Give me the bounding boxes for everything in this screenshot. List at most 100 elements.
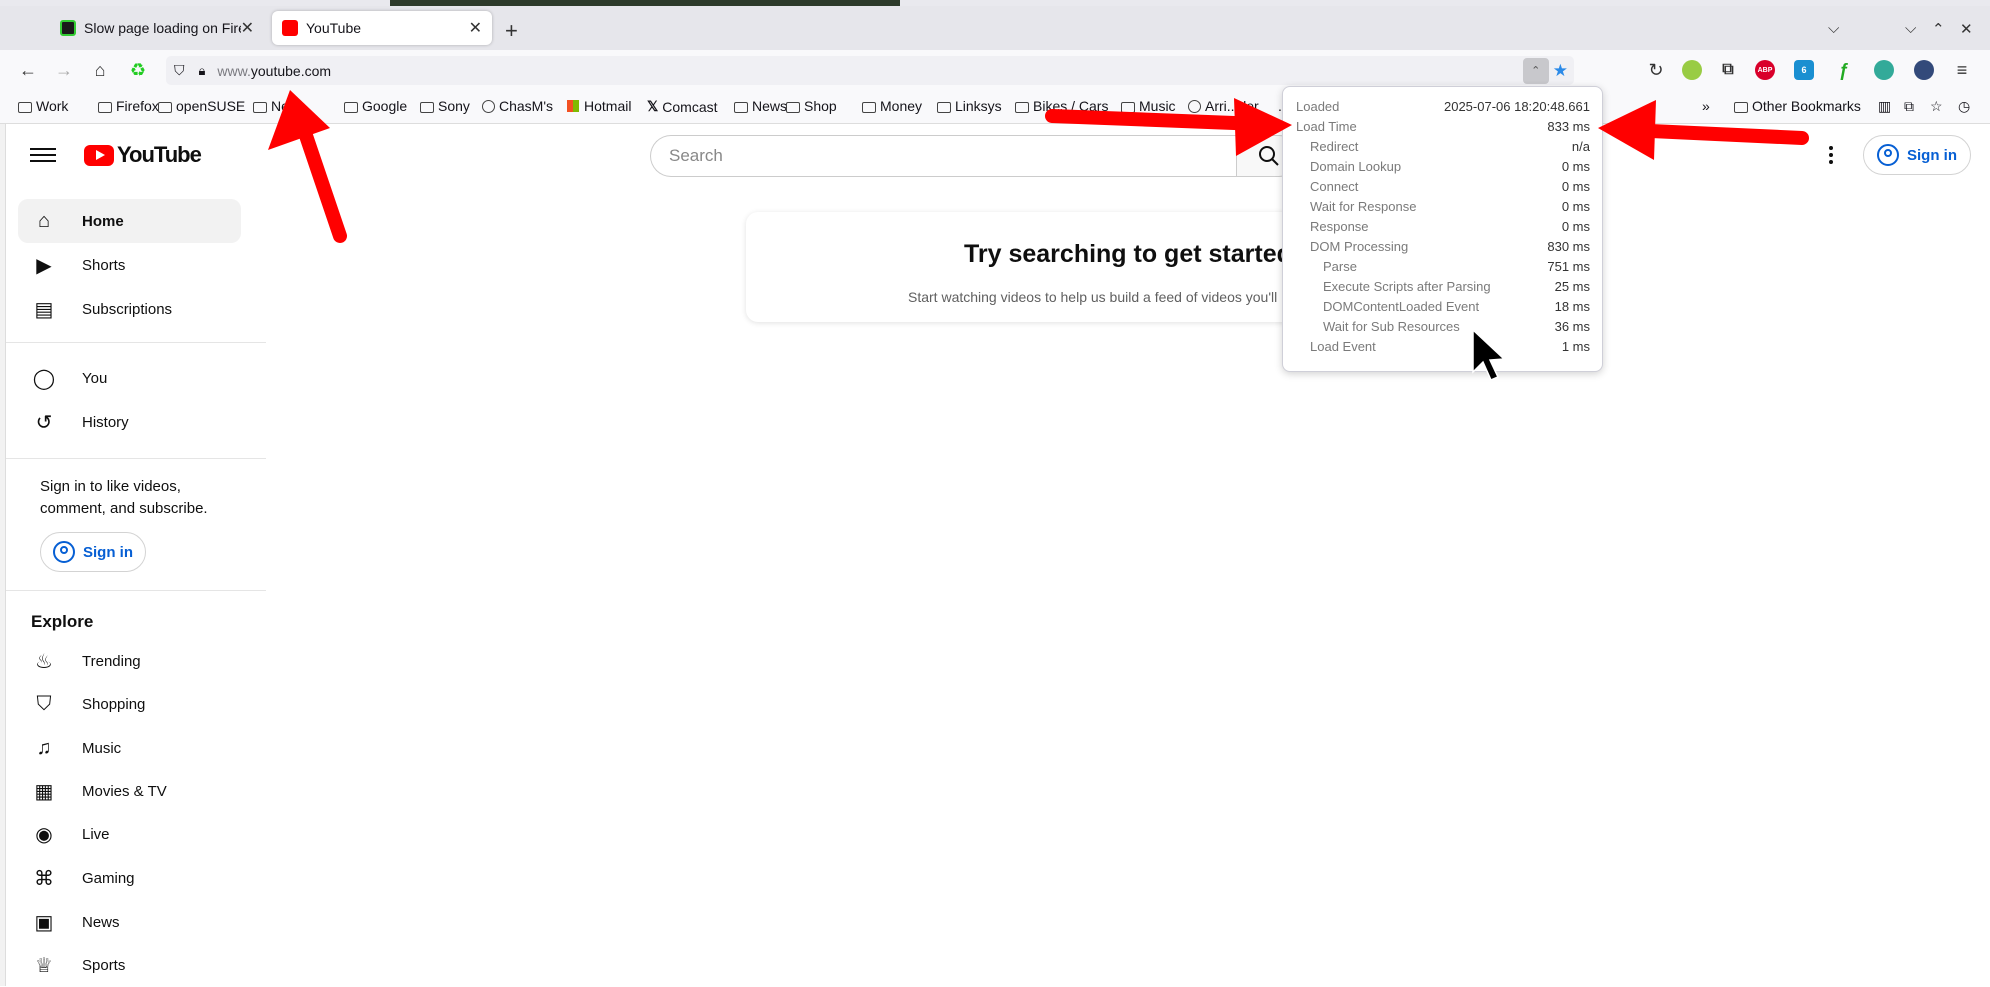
extensions-puzzle-icon[interactable]: ⧉ — [1718, 60, 1738, 80]
youtube-favicon-icon — [282, 20, 298, 36]
bookmark-work[interactable]: Work — [18, 98, 68, 114]
timing-value: n/a — [1571, 139, 1590, 154]
sidebar-item-label: News — [82, 913, 120, 931]
extension-circle-icon[interactable] — [1874, 60, 1894, 80]
settings-kebab-icon[interactable] — [1826, 143, 1836, 169]
bookmark-arri-der[interactable]: Arri...der — [1188, 98, 1259, 114]
bookmark-sony[interactable]: Sony — [420, 98, 470, 114]
forward-arrow-icon[interactable]: → — [52, 58, 76, 82]
sidebar-item-you[interactable]: ◯ You — [18, 356, 241, 400]
history-clock-icon[interactable]: ◷ — [1958, 98, 1970, 115]
search-box — [650, 135, 1236, 177]
shield-icon[interactable]: ⛉ — [174, 62, 185, 79]
extension-leaf-icon[interactable]: ƒ — [1834, 60, 1854, 80]
divider — [6, 590, 266, 591]
sidebar-item-shopping[interactable]: ⛉ Shopping — [18, 682, 241, 726]
bookmark-firefox[interactable]: Firefox — [98, 98, 159, 114]
bookmark-hotmail[interactable]: Hotmail — [567, 98, 631, 114]
timing-label: Load Time — [1296, 119, 1357, 134]
menu-hamburger-icon[interactable]: ≡ — [1950, 58, 1974, 82]
back-arrow-icon[interactable]: ← — [16, 58, 40, 82]
new-tab-plus-icon[interactable]: + — [505, 18, 518, 44]
lock-icon[interactable]: 🔒︎ — [199, 63, 206, 79]
tab-label: Slow page loading on Firef — [84, 20, 241, 36]
timing-value: 0 ms — [1561, 179, 1590, 194]
sidebar-item-label: Sports — [82, 956, 126, 974]
sign-in-message: Sign in to like videos, comment, and sub… — [40, 478, 208, 517]
bookmarks-overflow-icon[interactable]: » — [1702, 98, 1710, 114]
reload-icon[interactable]: ↻ — [1644, 58, 1668, 82]
search-input[interactable] — [669, 146, 1236, 166]
extension-profile-icon[interactable] — [1914, 60, 1934, 80]
sidebar-item-news[interactable]: ▣ News — [18, 900, 241, 944]
url-prefix: www. — [217, 62, 251, 79]
history-icon: ↺ — [35, 411, 53, 434]
home-icon[interactable]: ⌂ — [88, 58, 112, 82]
sidebar-item-live[interactable]: ◉ Live — [18, 812, 241, 856]
timing-label: Connect — [1310, 179, 1359, 194]
bookmark-star-icon[interactable]: ★ — [1553, 61, 1568, 81]
close-tab-icon[interactable]: ✕ — [241, 18, 254, 38]
timing-label: Loaded — [1296, 99, 1340, 114]
sidebar-item-music[interactable]: ♫ Music — [18, 726, 241, 770]
sidebar-item-sports[interactable]: ♕ Sports — [18, 943, 241, 987]
recycle-extension-icon[interactable]: ♻ — [126, 58, 150, 82]
navigation-toolbar: ← → ⌂ ♻ ⛉ 🔒︎ www. youtube.com ⌃ ★ ↻ ⧉ ABP… — [0, 50, 1990, 90]
sidebar-toggle-icon[interactable]: ▥ — [1878, 98, 1891, 115]
trophy-icon: ♕ — [35, 954, 53, 977]
bookmark-shop[interactable]: Shop — [786, 98, 837, 114]
window-left-edge — [0, 124, 6, 986]
timing-value: 25 ms — [1554, 279, 1590, 294]
bookmark-linksys[interactable]: Linksys — [937, 98, 1002, 114]
shopping-bag-icon: ⛉ — [36, 692, 52, 715]
sidebar-item-history[interactable]: ↺ History — [18, 400, 241, 444]
sidebar-item-shorts[interactable]: ▶ Shorts — [18, 243, 241, 287]
folder-icon — [98, 101, 112, 113]
gamepad-icon: ⌘ — [34, 867, 54, 890]
bookmark-net[interactable]: Net... — [253, 98, 304, 114]
sidebar-item-gaming[interactable]: ⌘ Gaming — [18, 856, 241, 900]
sidebar-item-label: Movies & TV — [82, 782, 167, 800]
page-load-indicator-icon[interactable]: ⌃ — [1522, 57, 1549, 84]
list-all-tabs-chevron-icon[interactable]: ⌵ — [1828, 20, 1839, 37]
timing-row: Redirect n/a — [1283, 139, 1604, 159]
sidebar-item-label: Music — [82, 739, 122, 757]
bookmark-opensuse[interactable]: openSUSE — [158, 98, 245, 114]
extension-frog-icon[interactable] — [1682, 60, 1702, 80]
extension-badge-icon[interactable]: 6 — [1794, 60, 1814, 80]
sidebar-item-movies-tv[interactable]: ▦ Movies & TV — [18, 769, 241, 813]
url-bar[interactable]: ⛉ 🔒︎ www. youtube.com ⌃ ★ — [166, 56, 1574, 85]
bookmark-bikes-cars[interactable]: Bikes / Cars — [1015, 98, 1108, 114]
screenshot-icon[interactable]: ⧉ — [1904, 98, 1914, 115]
close-window-icon[interactable]: ✕ — [1960, 20, 1973, 38]
youtube-logo[interactable]: YouTube — [84, 142, 202, 168]
tab-bar: Slow page loading on Firef ✕ YouTube ✕ +… — [0, 6, 1990, 50]
other-bookmarks-folder[interactable]: Other Bookmarks — [1734, 98, 1861, 114]
guide-menu-icon[interactable] — [30, 144, 56, 164]
bookmark-money[interactable]: Money — [862, 98, 922, 114]
sidebar-item-home[interactable]: ⌂ Home — [18, 199, 241, 243]
sidebar-item-label: Home — [82, 212, 124, 230]
timing-row: Connect 0 ms — [1283, 179, 1604, 199]
minimize-chevron-icon[interactable]: ⌵ — [1905, 20, 1916, 37]
close-tab-icon[interactable]: ✕ — [469, 18, 482, 38]
bookmark-news[interactable]: News — [734, 98, 787, 114]
adblock-plus-icon[interactable]: ABP — [1755, 60, 1775, 80]
timing-label: Redirect — [1310, 139, 1359, 154]
sidebar-item-subscriptions[interactable]: ▤ Subscriptions — [18, 287, 241, 331]
bookmark-google[interactable]: Google — [344, 98, 407, 114]
tab-youtube[interactable]: YouTube ✕ — [272, 11, 492, 45]
sign-in-button[interactable]: Sign in — [1863, 135, 1971, 175]
sidebar-sign-in-button[interactable]: Sign in — [40, 532, 146, 572]
bookmark-comcast[interactable]: 𝕏 Comcast — [647, 98, 718, 115]
tab-firefox-forum[interactable]: Slow page loading on Firef ✕ — [50, 11, 264, 45]
folder-icon — [937, 101, 951, 113]
maximize-chevron-icon[interactable]: ⌃ — [1932, 20, 1945, 38]
bookmark-music[interactable]: Music — [1121, 98, 1176, 114]
sidebar-item-trending[interactable]: ♨ Trending — [18, 639, 241, 683]
bookmark-chasm-s[interactable]: ChasM's — [482, 98, 553, 114]
tab-label: YouTube — [306, 20, 362, 36]
page-load-timing-popup: Loaded 2025-07-06 18:20:48.661 Load Time 83… — [1282, 86, 1603, 372]
folder-icon — [1734, 101, 1748, 113]
bookmark-manager-icon[interactable]: ☆ — [1930, 98, 1943, 115]
